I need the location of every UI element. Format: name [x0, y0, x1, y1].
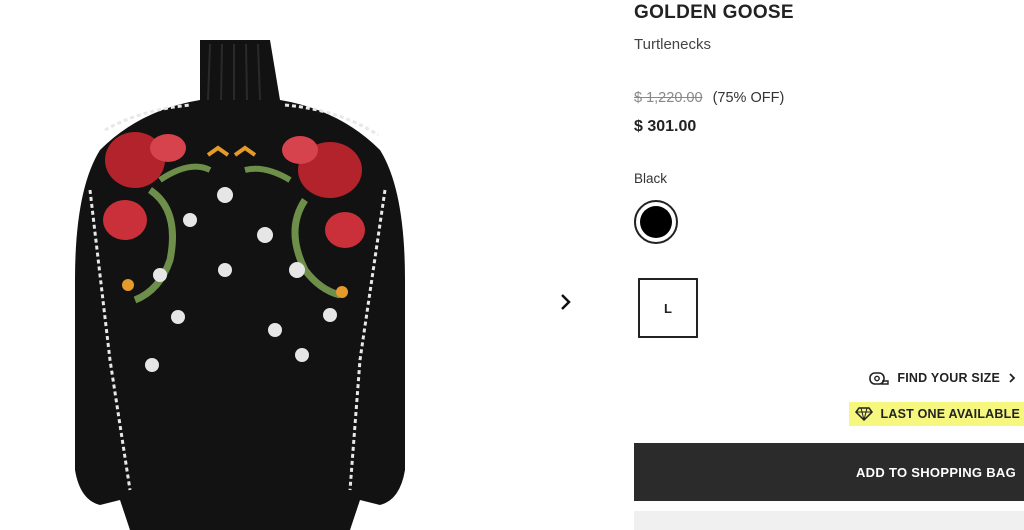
color-swatch-black[interactable]: [634, 200, 678, 244]
last-one-label: LAST ONE AVAILABLE: [880, 407, 1020, 421]
last-one-available-badge: LAST ONE AVAILABLE: [848, 402, 1024, 426]
original-price: $ 1,220.00: [634, 90, 703, 106]
size-option-l[interactable]: L: [638, 278, 698, 338]
color-label: Black: [634, 171, 668, 186]
secondary-button[interactable]: [634, 511, 1024, 530]
discount-label: (75% OFF): [712, 90, 785, 106]
find-your-size-label: FIND YOUR SIZE: [897, 371, 1000, 385]
measuring-tape-icon: [869, 372, 890, 385]
next-image-button[interactable]: [552, 288, 580, 316]
chevron-right-icon: [1009, 373, 1016, 383]
product-info: GOLDEN GOOSE Turtlenecks $ 1,220.00 (75%…: [634, 0, 1024, 530]
price-row: $ 1,220.00 (75% OFF): [634, 90, 784, 106]
chevron-right-icon: [561, 294, 571, 310]
swatch-fill: [640, 206, 672, 238]
product-category: Turtlenecks: [634, 36, 711, 53]
diamond-icon: [854, 407, 873, 421]
product-brand[interactable]: GOLDEN GOOSE: [634, 2, 794, 24]
product-gallery: [0, 0, 620, 530]
product-image: [75, 40, 405, 530]
sale-price: $ 301.00: [634, 118, 697, 135]
add-to-shopping-bag-button[interactable]: ADD TO SHOPPING BAG: [634, 443, 1024, 501]
find-your-size-link[interactable]: FIND YOUR SIZE: [869, 370, 1016, 386]
